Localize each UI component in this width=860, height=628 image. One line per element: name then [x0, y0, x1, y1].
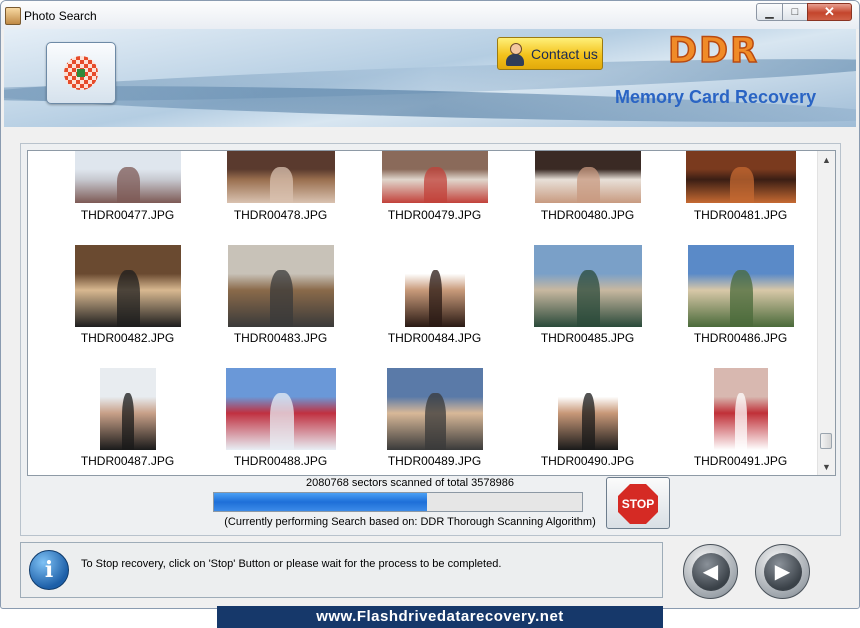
- photo-preview-image: [404, 245, 465, 327]
- photo-preview-image: [557, 368, 618, 450]
- product-name: Memory Card Recovery: [615, 87, 817, 107]
- photo-filename: THDR00488.JPG: [233, 454, 328, 468]
- photo-preview-image: [685, 151, 796, 203]
- photo-filename: THDR00482.JPG: [80, 331, 175, 345]
- sectors-scanned-status: 2080768 sectors scanned of total 3578986: [306, 477, 514, 489]
- back-arrow-icon: ◀: [691, 552, 730, 591]
- photo-filename: THDR00486.JPG: [693, 331, 788, 345]
- photo-filename: THDR00481.JPG: [693, 208, 788, 222]
- photo-preview-image: [227, 245, 334, 327]
- scroll-down-icon[interactable]: ▼: [818, 458, 835, 475]
- photo-preview-image: [687, 245, 794, 327]
- stop-sign-icon: STOP: [618, 484, 658, 524]
- photo-search-window: Photo Search ▁ □ ✕ Contact us DDR Memory…: [0, 0, 860, 609]
- photo-filename: THDR00484.JPG: [387, 331, 482, 345]
- scrollbar-thumb[interactable]: [820, 433, 832, 449]
- scan-algorithm-status: (Currently performing Search based on: D…: [224, 516, 596, 528]
- vertical-scrollbar[interactable]: ▲ ▼: [817, 151, 835, 475]
- photo-preview-image: [74, 151, 181, 203]
- app-icon: [5, 7, 21, 25]
- scan-progress-bar: [213, 492, 583, 512]
- info-bar: i To Stop recovery, click on 'Stop' Butt…: [20, 542, 663, 598]
- header-banner: Contact us DDR Memory Card Recovery: [4, 29, 856, 127]
- brand-logo: DDR: [667, 30, 760, 72]
- title-bar: Photo Search ▁ □ ✕: [1, 1, 859, 29]
- photo-filename: THDR00487.JPG: [80, 454, 175, 468]
- photo-filename: THDR00478.JPG: [233, 208, 328, 222]
- photo-filename: THDR00477.JPG: [80, 208, 175, 222]
- website-footer[interactable]: www.Flashdrivedatarecovery.net: [217, 606, 663, 628]
- photo-filename: THDR00483.JPG: [233, 331, 328, 345]
- photo-filename: THDR00490.JPG: [540, 454, 635, 468]
- photo-preview-image: [534, 151, 641, 203]
- software-logo-icon: [64, 56, 98, 90]
- maximize-button[interactable]: □: [782, 3, 808, 21]
- recovered-photos-gallery[interactable]: THDR00477.JPG THDR00478.JPG THDR00479.JPG T…: [27, 150, 836, 476]
- photo-preview-image: [386, 368, 483, 450]
- photo-preview-image: [74, 245, 181, 327]
- next-arrow-icon: ▶: [763, 552, 802, 591]
- scroll-up-icon[interactable]: ▲: [818, 151, 835, 168]
- scan-panel: THDR00477.JPG THDR00478.JPG THDR00479.JPG T…: [20, 143, 841, 536]
- back-button[interactable]: ◀: [683, 544, 738, 599]
- info-icon: i: [29, 550, 69, 590]
- photo-preview-image: [226, 151, 335, 203]
- stop-button[interactable]: STOP: [606, 477, 670, 529]
- scan-progress-fill: [214, 493, 428, 511]
- photo-preview-image: [533, 245, 642, 327]
- contact-us-label: Contact us: [531, 45, 598, 62]
- photo-filename: THDR00479.JPG: [387, 208, 482, 222]
- info-message: To Stop recovery, click on 'Stop' Button…: [81, 558, 502, 570]
- window-title: Photo Search: [24, 9, 97, 23]
- photo-filename: THDR00480.JPG: [540, 208, 635, 222]
- photo-preview-image: [381, 151, 488, 203]
- photo-filename: THDR00489.JPG: [387, 454, 482, 468]
- software-logo: [46, 42, 116, 104]
- photo-preview-image: [225, 368, 336, 450]
- next-button[interactable]: ▶: [755, 544, 810, 599]
- person-icon: [504, 42, 526, 66]
- minimize-button[interactable]: ▁: [756, 3, 783, 21]
- photo-filename: THDR00485.JPG: [540, 331, 635, 345]
- photo-preview-image: [99, 368, 156, 450]
- contact-us-button[interactable]: Contact us: [497, 37, 603, 70]
- photo-preview-image: [713, 368, 768, 450]
- photo-filename: THDR00491.JPG: [693, 454, 788, 468]
- close-button[interactable]: ✕: [807, 3, 852, 21]
